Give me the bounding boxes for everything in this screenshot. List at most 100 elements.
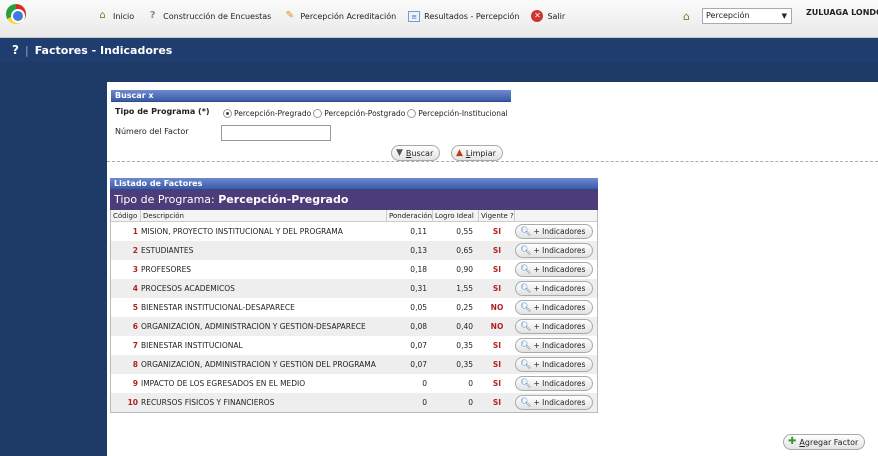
indicators-button[interactable]: 🔍︎ + Indicadores [515,376,593,391]
table-row: 6 ORGANIZACIÓN, ADMINISTRACIÓN Y GESTIÓN-… [111,317,597,336]
cell-desc: IMPACTO DE LOS EGRESADOS EN EL MEDIO [141,379,306,388]
indicators-button[interactable]: 🔍︎ + Indicadores [515,338,593,353]
indicators-button-label: + Indicadores [533,265,586,274]
add-factor-button[interactable]: ✚ Agregar Factor [783,434,866,450]
menu-percepcion-acreditacion[interactable]: ✎ Percepción Acreditación [283,10,397,22]
clear-button-label: impiar [470,148,496,158]
radio-button[interactable] [223,109,232,118]
cell-logro: 0,35 [456,360,473,369]
indicators-button[interactable]: 🔍︎ + Indicadores [515,300,593,315]
indicators-button[interactable]: 🔍︎ + Indicadores [515,224,593,239]
indicators-button-label: + Indicadores [533,322,586,331]
cell-logro: 0 [468,379,473,388]
cell-pond: 0,05 [410,303,427,312]
cell-vig: SI [492,360,502,369]
cell-actions: 🔍︎ + Indicadores [515,376,597,391]
profile-select[interactable]: Percepción ▼ [702,8,792,24]
program-option-2[interactable]: Percepción-Institucional [407,109,508,118]
indicators-button[interactable]: 🔍︎ + Indicadores [515,243,593,258]
column-header: Ponderación [389,210,433,221]
menu-construccion-label: Construcción de Encuestas [163,11,272,21]
program-option-0[interactable]: Percepción-Pregrado [223,109,311,118]
cell-pond: 0,13 [410,246,427,255]
indicators-button-label: + Indicadores [533,284,586,293]
cell-logro: 0,65 [456,246,473,255]
cell-vig: SI [492,265,502,274]
search-button[interactable]: ▼ Buscar [391,145,441,161]
cell-desc: BIENESTAR INSTITUCIONAL [141,341,243,350]
cell-code: 2 [132,246,138,255]
indicators-button-label: + Indicadores [533,360,586,369]
factors-list-header: Listado de Factores [110,178,598,190]
cell-logro: 1,55 [456,284,473,293]
magnifier-icon: 🔍︎ [520,283,532,294]
page-title: Factores - Indicadores [34,43,173,57]
table-row: 1 MISION, PROYECTO INSTITUCIONAL Y DEL PR… [111,222,597,241]
indicators-button[interactable]: 🔍︎ + Indicadores [515,262,593,277]
help-icon[interactable]: ? [12,43,19,57]
cell-code: 8 [132,360,138,369]
table-row: 10 RECURSOS FÍSICOS Y FINANCIEROS 0 0 SI 🔍︎ + … [111,393,597,412]
cell-code: 6 [132,322,138,331]
menu-salir[interactable]: ✕ Salir [531,10,565,22]
help-icon: ? [149,10,156,21]
menu-resultados[interactable]: ≡ Resultados - Percepción [408,10,519,22]
indicators-button[interactable]: 🔍︎ + Indicadores [515,357,593,372]
exit-icon: ✕ [531,10,544,22]
cell-logro: 0 [468,398,473,407]
pen-icon: ✎ [285,10,295,21]
magnifier-icon: 🔍︎ [520,340,532,351]
indicators-button[interactable]: 🔍︎ + Indicadores [515,319,593,334]
magnifier-icon: 🔍︎ [520,321,532,332]
column-header: Vigente ? [481,210,515,221]
column-header: Código [111,210,141,221]
program-type-label: Tipo de Programa (*) [115,107,210,116]
section-divider [107,161,878,162]
cell-desc: ORGANIZACIÓN, ADMINISTRACIÓN Y GESTIÓN D… [141,360,376,369]
clear-button[interactable]: ▲ Limpiar [451,145,503,161]
menu-inicio[interactable]: ⌂ Inicio [96,10,134,22]
cell-actions: 🔍︎ + Indicadores [515,395,597,410]
indicators-button-label: + Indicadores [533,227,586,236]
table-row: 2 ESTUDIANTES 0,13 0,65 SI 🔍︎ + Indicadores [111,241,597,260]
cell-pond: 0 [422,379,427,388]
cell-vig: SI [492,379,502,388]
filter-icon: ▼ [396,148,403,158]
chevron-down-icon: ▼ [781,12,787,20]
menu-construccion[interactable]: ? Construcción de Encuestas [146,10,272,22]
search-button-label: uscar [411,148,434,158]
cell-actions: 🔍︎ + Indicadores [515,281,597,296]
program-type-banner-prefix: Tipo de Programa: [114,193,219,206]
cell-desc: MISION, PROYECTO INSTITUCIONAL Y DEL PRO… [141,227,343,236]
main-menu: ⌂ Inicio? Construcción de Encuestas ✎ Percep… [96,10,577,22]
cell-pond: 0,18 [410,265,427,274]
cell-vig: SI [492,341,502,350]
program-type-radio-group: Percepción-Pregrado Percepción-Postgrado P… [223,109,510,118]
radio-button[interactable] [407,109,417,118]
factor-number-input[interactable] [221,125,331,141]
indicators-button-label: + Indicadores [533,398,586,407]
factor-number-label: Número del Factor [115,127,189,136]
cell-vig: SI [492,398,502,407]
magnifier-icon: 🔍︎ [520,359,532,370]
indicators-button[interactable]: 🔍︎ + Indicadores [515,395,593,410]
title-separator: | [24,43,29,57]
browser-logo-icon [6,4,26,24]
table-row: 5 BIENESTAR INSTITUCIONAL-DESAPARECE 0,05 0… [111,298,597,317]
cell-desc: ESTUDIANTES [141,246,194,255]
column-header-actions [515,210,597,221]
cell-vig: SI [492,227,502,236]
program-option-1[interactable]: Percepción-Postgrado [313,109,405,118]
cell-actions: 🔍︎ + Indicadores [515,243,597,258]
top-menu-bar: ⌂ Inicio? Construcción de Encuestas ✎ Percep… [0,0,878,38]
indicators-button[interactable]: 🔍︎ + Indicadores [515,281,593,296]
cell-actions: 🔍︎ + Indicadores [515,300,597,315]
table-row: 8 ORGANIZACIÓN, ADMINISTRACIÓN Y GESTIÓN … [111,355,597,374]
page-title-bar: ? | Factores - Indicadores [0,38,878,62]
radio-button[interactable] [313,109,323,118]
factors-table-header: Código Descripción Ponderación Logro Ideal V… [111,210,597,222]
indicators-button-label: + Indicadores [533,341,586,350]
broom-icon: ▲ [456,148,463,158]
factors-table: Código Descripción Ponderación Logro Ideal V… [110,210,598,413]
cell-logro: 0,90 [456,265,473,274]
